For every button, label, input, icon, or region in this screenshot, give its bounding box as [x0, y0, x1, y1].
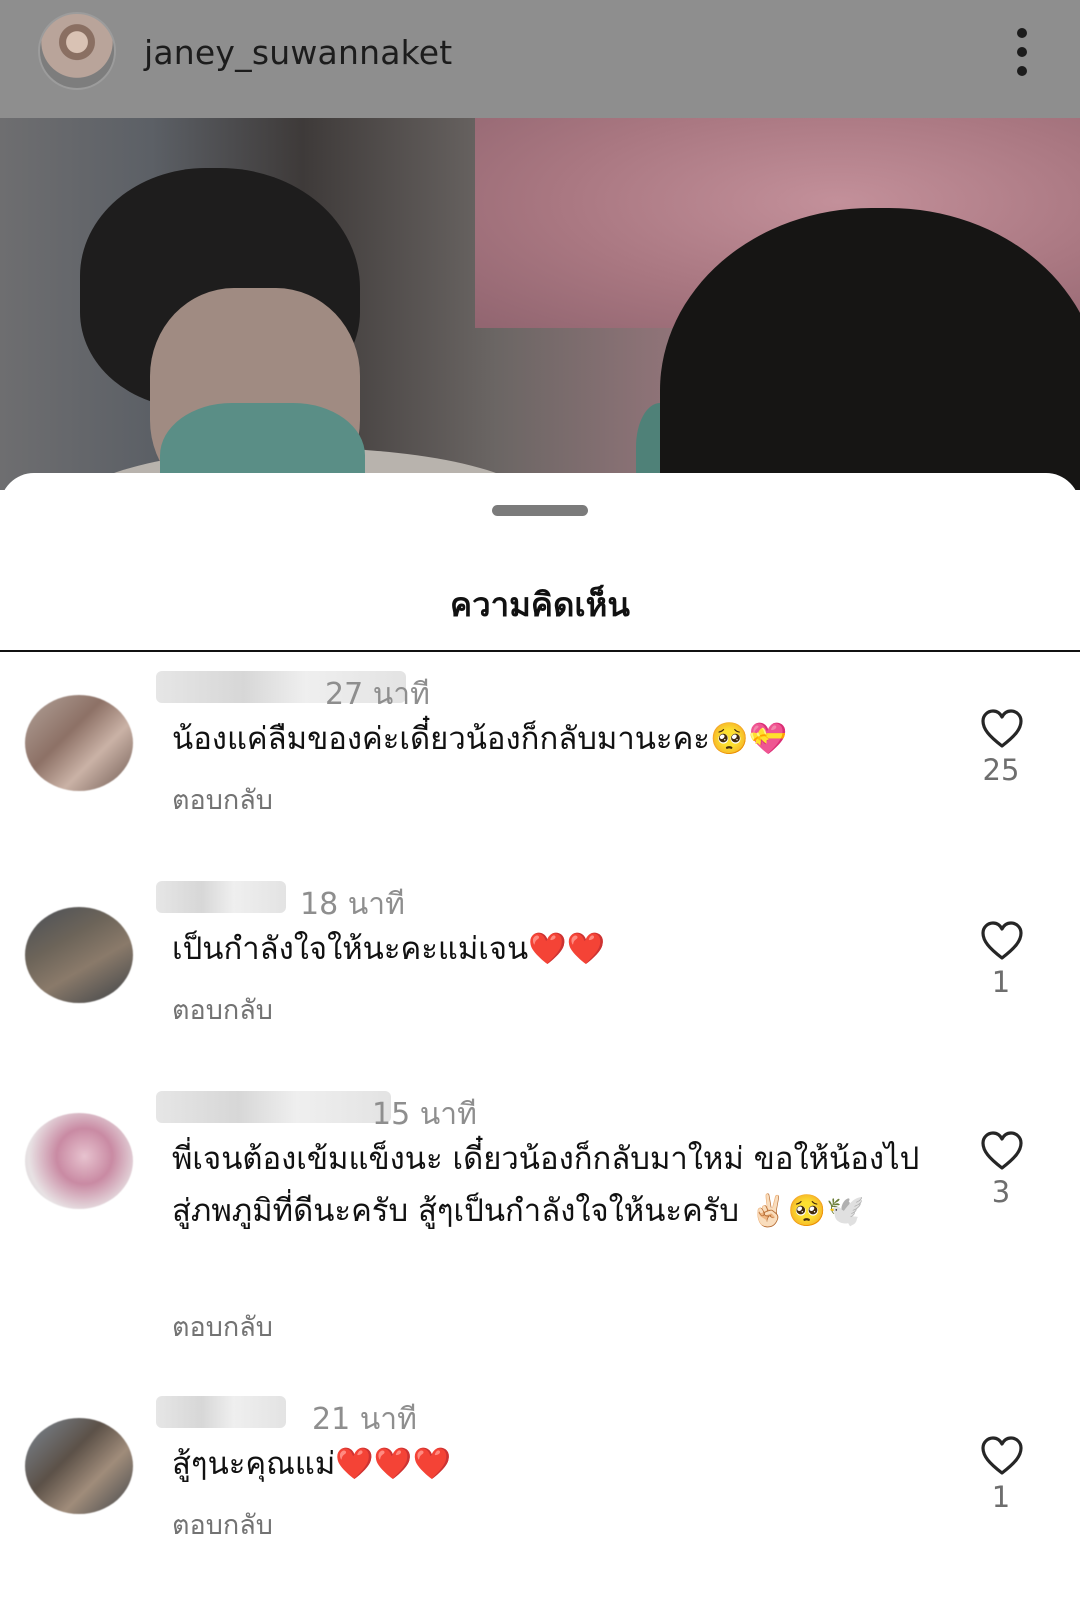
comment-text: สู้ๆนะคุณแม่❤️❤️❤️	[172, 1446, 452, 1482]
commenter-username-redacted[interactable]	[156, 881, 286, 913]
like-count: 3	[991, 1175, 1011, 1209]
post-username[interactable]: janey_suwannaket	[144, 33, 452, 72]
like-count: 25	[982, 753, 1020, 787]
like-count: 1	[991, 965, 1011, 999]
commenter-username-redacted[interactable]	[156, 1396, 286, 1428]
comment-time: 21 นาที	[312, 1402, 417, 1437]
sheet-title: ความคิดเห็น	[450, 585, 630, 624]
post-photo	[0, 118, 1080, 490]
comment-text: พี่เจนต้องเข้มแข็งนะ เดี๋ยวน้องก็กลับมาใ…	[172, 1141, 920, 1229]
comment-text: เป็นกำลังใจให้นะคะแม่เจน❤️❤️	[172, 931, 606, 967]
commenter-avatar[interactable]	[25, 695, 133, 791]
heart-outline-icon[interactable]	[980, 709, 1024, 749]
heart-outline-icon[interactable]	[980, 1436, 1024, 1476]
like-count: 1	[991, 1480, 1011, 1514]
sheet-divider	[0, 650, 1080, 652]
comment-time: 27 นาที	[325, 677, 430, 712]
reply-button[interactable]: ตอบกลับ	[172, 1305, 273, 1348]
commenter-avatar[interactable]	[25, 1113, 133, 1209]
commenter-avatar[interactable]	[25, 907, 133, 1003]
post-header: janey_suwannaket	[0, 0, 1080, 118]
commenter-avatar[interactable]	[25, 1418, 133, 1514]
commenter-username-redacted[interactable]	[156, 1091, 391, 1123]
sheet-drag-handle[interactable]	[492, 505, 588, 516]
reply-button[interactable]: ตอบกลับ	[172, 1503, 273, 1546]
heart-outline-icon[interactable]	[980, 921, 1024, 961]
more-vertical-icon[interactable]	[1010, 28, 1034, 76]
comment-time: 18 นาที	[300, 887, 405, 922]
heart-outline-icon[interactable]	[980, 1131, 1024, 1171]
comments-sheet: ความคิดเห็น 27 นาที น้องแค่ลืมของค่ะเดี๋…	[0, 473, 1080, 1609]
reply-button[interactable]: ตอบกลับ	[172, 778, 273, 821]
comment-text: น้องแค่ลืมของค่ะเดี๋ยวน้องก็กลับมานะคะ🥺💝	[172, 721, 788, 757]
profile-avatar[interactable]	[38, 12, 116, 90]
reply-button[interactable]: ตอบกลับ	[172, 988, 273, 1031]
comment-time: 15 นาที	[372, 1097, 477, 1132]
